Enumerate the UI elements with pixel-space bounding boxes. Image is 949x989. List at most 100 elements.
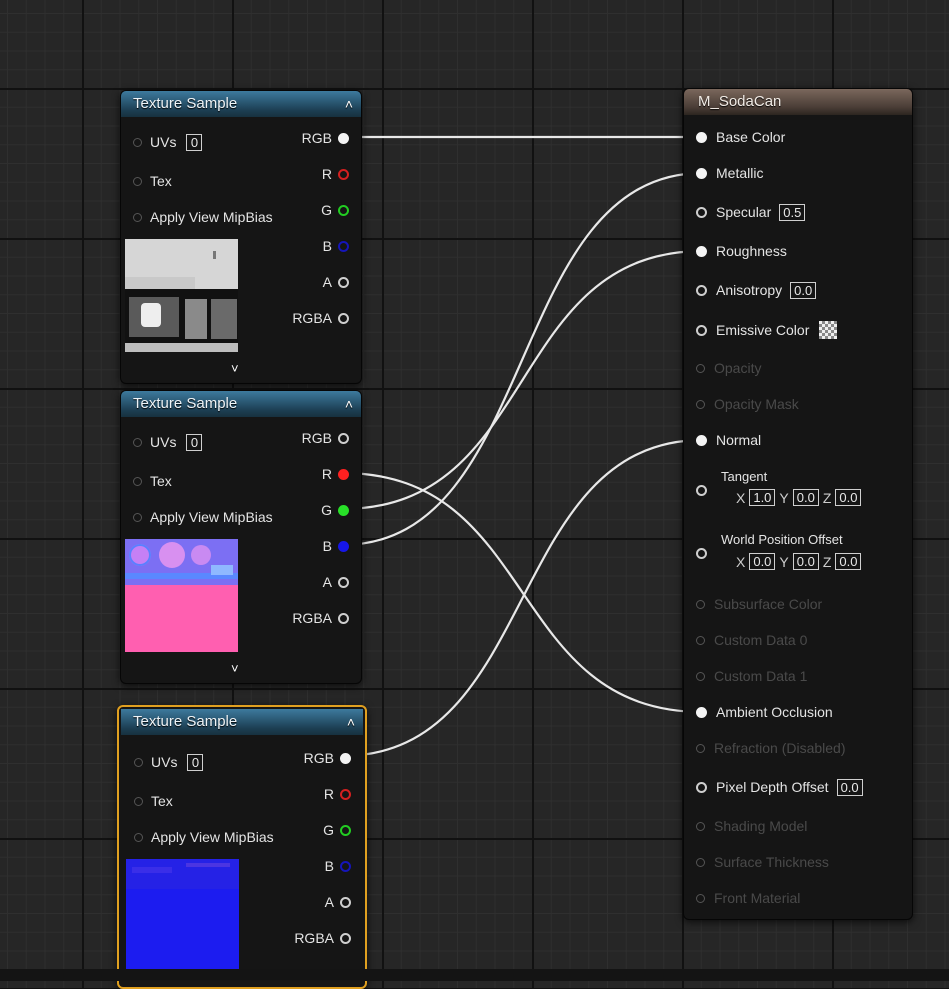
wire-metallic[interactable] [341, 171, 704, 547]
pin-icon[interactable] [133, 437, 142, 447]
pin-icon[interactable] [696, 206, 707, 218]
output-rgba[interactable]: RGBA [292, 608, 349, 628]
wpo-y-field[interactable]: 0.0 [792, 553, 819, 570]
output-g[interactable]: G [321, 500, 349, 520]
node-header[interactable]: M_SodaCan [684, 89, 912, 115]
pin-world-position-offset[interactable] [696, 543, 707, 563]
anisotropy-value-field[interactable]: 0.0 [790, 281, 817, 299]
output-rgba[interactable]: RGBA [292, 308, 349, 328]
input-apply-view-mipbias[interactable]: Apply View MipBias [133, 507, 281, 527]
input-apply-view-mipbias[interactable]: Apply View MipBias [134, 827, 282, 847]
material-output-node[interactable]: M_SodaCan Base Color Metallic Specular 0… [683, 88, 913, 920]
pin-emissive-color[interactable]: Emissive Color [696, 320, 838, 340]
pin-metallic[interactable]: Metallic [696, 163, 769, 183]
node-header[interactable]: Texture Sample ˄ [121, 709, 363, 735]
output-rgb[interactable]: RGB [304, 748, 351, 768]
pin-icon[interactable] [338, 240, 349, 252]
node-header[interactable]: Texture Sample ˄ [121, 391, 361, 417]
pin-icon[interactable] [340, 752, 351, 764]
color-swatch[interactable] [819, 321, 838, 339]
pin-icon[interactable] [338, 612, 349, 624]
pin-icon[interactable] [340, 896, 351, 908]
pin-icon[interactable] [340, 788, 351, 800]
chevron-up-icon[interactable]: ˄ [347, 709, 355, 735]
pin-icon[interactable] [338, 312, 349, 324]
output-rgba[interactable]: RGBA [294, 928, 351, 948]
wire-roughness[interactable] [341, 249, 704, 511]
texture-sample-node-2[interactable]: Texture Sample ˄ UVs 0 Tex Apply View Mi… [120, 390, 362, 684]
pin-normal[interactable]: Normal [696, 430, 767, 450]
pin-icon[interactable] [133, 476, 142, 486]
wpo-x-field[interactable]: 0.0 [749, 553, 776, 570]
output-a[interactable]: A [325, 892, 351, 912]
uvs-value-field[interactable]: 0 [186, 433, 203, 451]
pin-icon[interactable] [133, 212, 142, 222]
wire-ambient-occlusion[interactable] [341, 471, 704, 714]
pin-specular[interactable]: Specular 0.5 [696, 202, 806, 222]
output-r[interactable]: R [324, 784, 351, 804]
pin-icon[interactable] [134, 757, 143, 767]
texture-sample-node-3[interactable]: Texture Sample ˄ UVs 0 Tex Apply View Mi… [117, 705, 367, 989]
pin-icon[interactable] [338, 576, 349, 588]
pin-icon[interactable] [340, 860, 351, 872]
pin-base-color[interactable]: Base Color [696, 127, 791, 147]
chevron-up-icon[interactable]: ˄ [345, 91, 353, 117]
pin-icon[interactable] [696, 781, 707, 793]
tangent-x-field[interactable]: 1.0 [749, 489, 776, 506]
pin-icon[interactable] [696, 284, 707, 296]
input-tex[interactable]: Tex [134, 791, 181, 811]
uvs-value-field[interactable]: 0 [186, 133, 203, 151]
pin-ambient-occlusion[interactable]: Ambient Occlusion [696, 702, 839, 722]
pin-icon[interactable] [133, 176, 142, 186]
output-rgb[interactable]: RGB [302, 128, 349, 148]
pin-icon[interactable] [340, 932, 351, 944]
pin-icon[interactable] [134, 796, 143, 806]
pin-tangent[interactable] [696, 480, 707, 500]
pin-icon[interactable] [134, 832, 143, 842]
chevron-up-icon[interactable]: ˄ [345, 391, 353, 417]
pixel-depth-offset-field[interactable]: 0.0 [836, 778, 863, 796]
output-r[interactable]: R [322, 464, 349, 484]
pin-icon[interactable] [338, 132, 349, 144]
input-uvs[interactable]: UVs 0 [134, 752, 204, 772]
uvs-value-field[interactable]: 0 [187, 753, 204, 771]
texture-sample-node-1[interactable]: Texture Sample ˄ UVs 0 Tex Apply View Mi… [120, 90, 362, 384]
pin-pixel-depth-offset[interactable]: Pixel Depth Offset 0.0 [696, 777, 863, 797]
wpo-z-field[interactable]: 0.0 [835, 553, 862, 570]
pin-icon[interactable] [696, 484, 707, 496]
pin-icon[interactable] [696, 434, 707, 446]
output-rgb[interactable]: RGB [302, 428, 349, 448]
pin-icon[interactable] [338, 540, 349, 552]
pin-anisotropy[interactable]: Anisotropy 0.0 [696, 280, 817, 300]
input-uvs[interactable]: UVs 0 [133, 132, 203, 152]
tangent-y-field[interactable]: 0.0 [792, 489, 819, 506]
input-uvs[interactable]: UVs 0 [133, 432, 203, 452]
output-a[interactable]: A [323, 272, 349, 292]
output-b[interactable]: B [325, 856, 351, 876]
pin-icon[interactable] [338, 468, 349, 480]
output-b[interactable]: B [323, 536, 349, 556]
tangent-z-field[interactable]: 0.0 [835, 489, 862, 506]
input-apply-view-mipbias[interactable]: Apply View MipBias [133, 207, 281, 227]
pin-icon[interactable] [133, 137, 142, 147]
pin-roughness[interactable]: Roughness [696, 241, 793, 261]
pin-icon[interactable] [696, 167, 707, 179]
specular-value-field[interactable]: 0.5 [779, 203, 806, 221]
node-header[interactable]: Texture Sample ˄ [121, 91, 361, 117]
wire-normal[interactable] [341, 438, 704, 758]
output-a[interactable]: A [323, 572, 349, 592]
pin-icon[interactable] [338, 432, 349, 444]
input-tex[interactable]: Tex [133, 471, 180, 491]
pin-icon[interactable] [338, 504, 349, 516]
pin-icon[interactable] [696, 324, 707, 336]
output-b[interactable]: B [323, 236, 349, 256]
pin-icon[interactable] [338, 168, 349, 180]
chevron-down-icon[interactable]: ˅ [231, 661, 239, 676]
pin-icon[interactable] [696, 245, 707, 257]
pin-icon[interactable] [696, 547, 707, 559]
chevron-down-icon[interactable]: ˅ [231, 361, 239, 376]
output-g[interactable]: G [323, 820, 351, 840]
pin-icon[interactable] [340, 824, 351, 836]
output-r[interactable]: R [322, 164, 349, 184]
pin-icon[interactable] [338, 276, 349, 288]
